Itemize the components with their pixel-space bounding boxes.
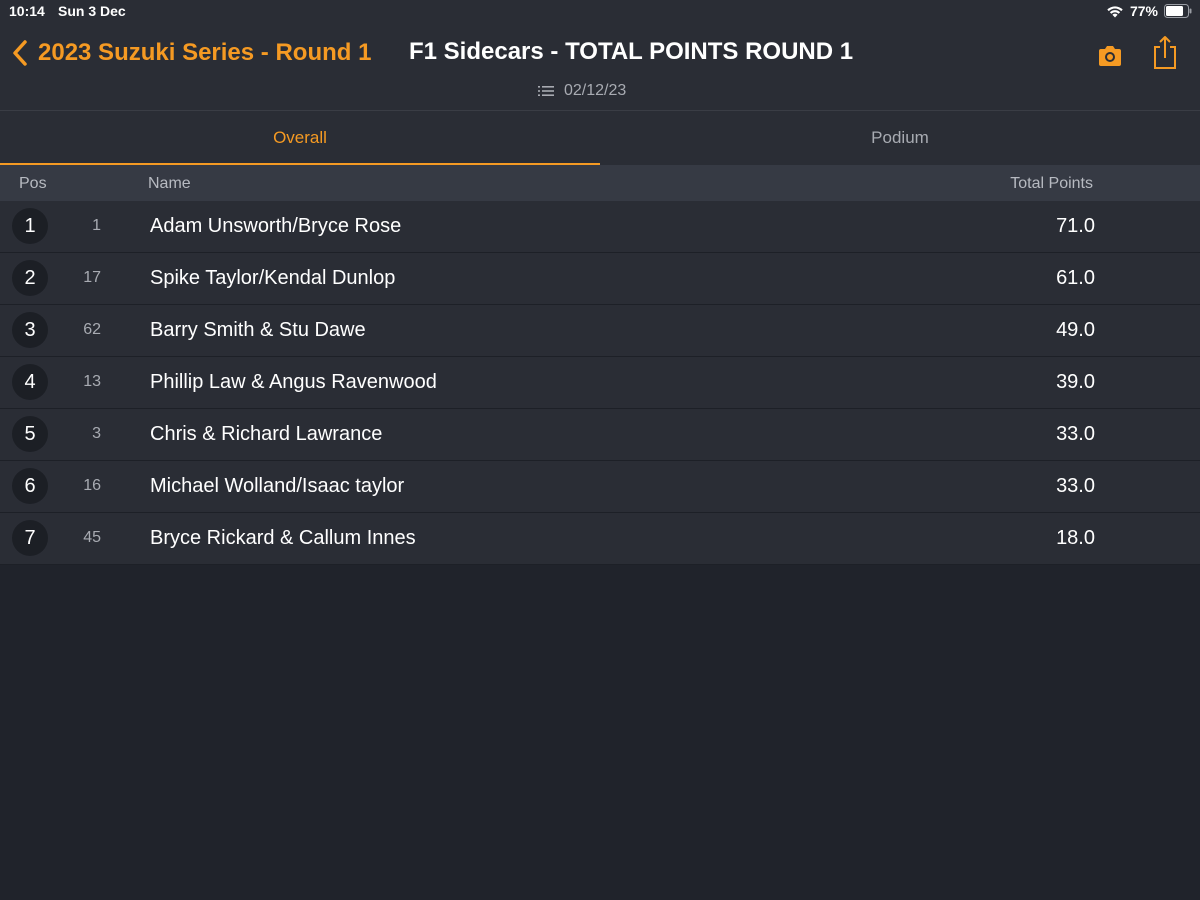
wifi-icon	[1106, 4, 1124, 18]
race-number: 13	[83, 373, 101, 390]
racer-name: Chris & Richard Lawrance	[150, 423, 383, 445]
table-row[interactable]: 2 17 Spike Taylor/Kendal Dunlop 61.0	[0, 253, 1200, 305]
chevron-left-icon	[12, 39, 28, 67]
table-row[interactable]: 1 1 Adam Unsworth/Bryce Rose 71.0	[0, 201, 1200, 253]
back-label: 2023 Suzuki Series - Round 1	[38, 39, 372, 66]
racer-name: Phillip Law & Angus Ravenwood	[150, 371, 437, 393]
position-badge: 7	[12, 520, 48, 556]
screen: 10:14 Sun 3 Dec 77% 2023 Suzuki Series -…	[0, 0, 1200, 900]
status-bar: 10:14 Sun 3 Dec 77%	[0, 0, 1200, 24]
status-time: 10:14	[9, 3, 45, 19]
camera-button[interactable]	[1096, 42, 1124, 70]
race-number: 16	[83, 477, 101, 494]
race-number: 3	[92, 425, 101, 442]
table-row[interactable]: 3 62 Barry Smith & Stu Dawe 49.0	[0, 305, 1200, 357]
position-badge: 5	[12, 416, 48, 452]
total-points: 49.0	[1056, 319, 1095, 341]
race-number: 45	[83, 529, 101, 546]
page-title: F1 Sidecars - TOTAL POINTS ROUND 1	[409, 38, 854, 65]
tab-podium[interactable]: Podium	[600, 111, 1200, 165]
table-row[interactable]: 6 16 Michael Wolland/Isaac taylor 33.0	[0, 461, 1200, 513]
total-points: 39.0	[1056, 371, 1095, 393]
race-number: 62	[83, 321, 101, 338]
position-badge: 6	[12, 468, 48, 504]
racer-name: Adam Unsworth/Bryce Rose	[150, 215, 402, 237]
status-indicators: 77%	[1106, 3, 1192, 19]
battery-icon	[1164, 4, 1192, 18]
results-list: 1 1 Adam Unsworth/Bryce Rose 71.0 2 17 S…	[0, 201, 1200, 565]
table-row[interactable]: 5 3 Chris & Richard Lawrance 33.0	[0, 409, 1200, 461]
table-row[interactable]: 7 45 Bryce Rickard & Callum Innes 18.0	[0, 513, 1200, 565]
racer-name: Spike Taylor/Kendal Dunlop	[150, 267, 396, 289]
segment-tabs: Overall Podium	[0, 111, 1200, 165]
race-number: 1	[92, 217, 101, 234]
camera-icon	[1096, 46, 1124, 74]
total-points: 18.0	[1056, 527, 1095, 549]
back-button[interactable]: 2023 Suzuki Series - Round 1	[12, 36, 371, 70]
column-total-points: Total Points	[1010, 175, 1093, 192]
position-badge: 4	[12, 364, 48, 400]
position-badge: 2	[12, 260, 48, 296]
share-icon	[1151, 36, 1179, 74]
tab-overall[interactable]: Overall	[0, 111, 600, 165]
date-row[interactable]: 02/12/23	[538, 82, 626, 100]
status-date: Sun 3 Dec	[58, 3, 126, 19]
nav-bar: 2023 Suzuki Series - Round 1 F1 Sidecars…	[0, 24, 1200, 111]
share-button[interactable]	[1151, 34, 1179, 70]
list-icon	[538, 85, 554, 97]
table-row[interactable]: 4 13 Phillip Law & Angus Ravenwood 39.0	[0, 357, 1200, 409]
racer-name: Bryce Rickard & Callum Innes	[150, 527, 416, 549]
battery-percentage: 77%	[1129, 3, 1158, 19]
total-points: 61.0	[1056, 267, 1095, 289]
total-points: 33.0	[1056, 475, 1095, 497]
race-number: 17	[83, 269, 101, 286]
event-date: 02/12/23	[564, 82, 627, 99]
column-name: Name	[148, 175, 191, 192]
position-badge: 1	[12, 208, 48, 244]
total-points: 33.0	[1056, 423, 1095, 445]
column-header: Pos Name Total Points	[0, 165, 1200, 201]
racer-name: Michael Wolland/Isaac taylor	[150, 475, 405, 497]
racer-name: Barry Smith & Stu Dawe	[150, 319, 366, 341]
column-pos: Pos	[19, 175, 47, 192]
total-points: 71.0	[1056, 215, 1095, 237]
position-badge: 3	[12, 312, 48, 348]
